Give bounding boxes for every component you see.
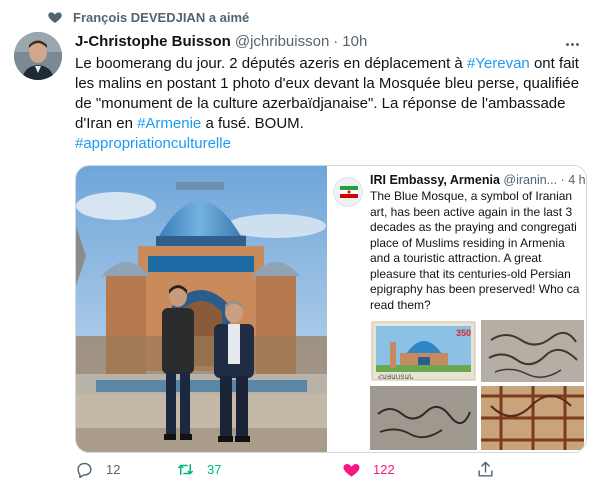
reply-button[interactable]: 12 [75, 460, 120, 479]
like-count: 122 [373, 462, 395, 477]
more-icon[interactable] [560, 34, 584, 54]
embedded-author: IRI Embassy, Armenia @iranin... · 4 h [370, 173, 586, 187]
embedded-text-line: pleasure that its centuries-old Persian [370, 266, 571, 281]
hashtag-yerevan[interactable]: #Yerevan [467, 55, 530, 72]
embedded-text-line: The Blue Mosque, a symbol of Iranian [370, 189, 573, 203]
stamp-image: 350 ՀԱՅԱՍՏԱՆ [370, 320, 477, 382]
hashtag-appropriationculturelle[interactable]: #appropriationculturelle [75, 135, 231, 152]
tweet-actions: 12 37 122 [75, 460, 575, 490]
tweet-text-part: Le boomerang du jour. 2 députés azeris e… [75, 55, 467, 72]
embedded-tweet: IRI Embassy, Armenia @iranin... · 4 h Th… [327, 169, 586, 312]
social-context-label: François DEVEDJIAN a aimé [73, 9, 250, 25]
separator-dot: · [333, 33, 339, 50]
retweet-count: 37 [207, 462, 222, 477]
like-icon [343, 463, 360, 477]
embedded-screenshot[interactable]: IRI Embassy, Armenia @iranin... · 4 h Th… [327, 166, 586, 452]
reply-icon [77, 462, 92, 479]
retweet-button[interactable]: 37 [176, 460, 221, 479]
author-handle[interactable]: @jchribuisson [235, 33, 329, 50]
tweet-text: Le boomerang du jour. 2 députés azeris e… [75, 54, 587, 154]
embedded-text-line: place of Muslims residing in Armenia [370, 235, 565, 250]
tile-image [481, 386, 584, 450]
hashtag-armenie[interactable]: #Armenie [137, 115, 201, 132]
embedded-text-line: art, has been active again in the last 3 [370, 204, 573, 219]
avatar[interactable] [14, 32, 62, 80]
embedded-text-line: epigraphy has been preserved! Who ca [370, 282, 580, 296]
embedded-text-line: decades as the praying and congregati [370, 220, 577, 234]
reply-count: 12 [106, 462, 121, 477]
embassy-logo [333, 177, 363, 207]
share-button[interactable] [476, 460, 495, 479]
heart-icon [48, 12, 62, 23]
media-container: IRI Embassy, Armenia @iranin... · 4 h Th… [75, 165, 587, 453]
manuscript-image [481, 320, 584, 382]
inscription-image [370, 386, 477, 450]
social-context[interactable]: François DEVEDJIAN a aimé [47, 9, 249, 25]
like-button[interactable]: 122 [342, 460, 395, 479]
stamp-value: 350 [456, 328, 471, 338]
photo-mosque[interactable] [76, 166, 327, 452]
stamp-country: ՀԱՅԱՍՏԱՆ [378, 374, 414, 381]
embedded-media-grid: 350 ՀԱՅԱՍՏԱՆ [370, 320, 584, 450]
tweet-header: J-Christophe Buisson @jchribuisson · 10h [75, 33, 367, 50]
embedded-author-name: IRI Embassy, Armenia [370, 173, 500, 187]
embedded-text-line: and a touristic attraction. A great [370, 251, 542, 265]
tweet-time[interactable]: 10h [342, 33, 367, 50]
author-name[interactable]: J-Christophe Buisson [75, 33, 231, 50]
share-icon [478, 461, 493, 477]
embedded-text-line: read them? [370, 297, 431, 312]
embedded-handle-time: @iranin... · 4 h [503, 173, 586, 187]
retweet-icon [178, 463, 193, 476]
tweet-text-part: a fusé. BOUM. [201, 115, 304, 132]
embedded-text: The Blue Mosque, a symbol of Iranian art… [370, 189, 585, 313]
